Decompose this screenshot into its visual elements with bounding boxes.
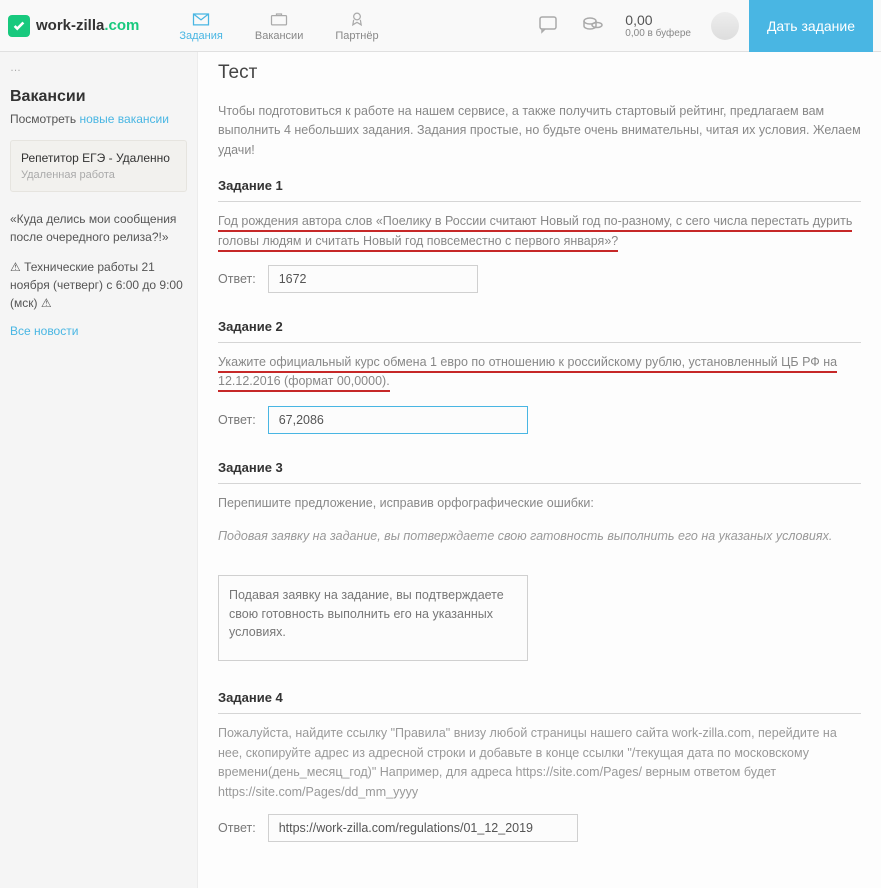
answer-label: Ответ: [218,413,256,427]
task-3-answer-textarea[interactable] [218,575,528,661]
create-task-button[interactable]: Дать задание [749,0,873,52]
balance-sub: 0,00 в буфере [625,28,691,39]
all-news-link[interactable]: Все новости [10,324,187,338]
task-3: Задание 3 Перепишите предложение, исправ… [218,460,861,665]
answer-label: Ответ: [218,821,256,835]
answer-label: Ответ: [218,272,256,286]
task-4-heading: Задание 4 [218,690,861,714]
nav-vacancies[interactable]: Вакансии [239,4,320,48]
intro-text: Чтобы подготовиться к работе на нашем се… [218,102,861,160]
nav-partner-label: Партнёр [335,30,378,42]
mail-icon [191,10,211,28]
badge-icon [347,10,367,28]
task-1: Задание 1 Год рождения автора слов «Поел… [218,178,861,293]
logo-text-3: .com [104,17,139,34]
sidebar-cut-item: … [10,58,187,88]
task-4-answer-input[interactable] [268,814,578,842]
vacancies-heading: Вакансии [10,88,187,106]
messages-button[interactable] [527,13,571,38]
task-2-question: Укажите официальный курс обмена 1 евро п… [218,355,837,392]
task-3-heading: Задание 3 [218,460,861,484]
logo[interactable]: work-zilla.com [8,15,139,37]
task-1-heading: Задание 1 [218,178,861,202]
task-2-heading: Задание 2 [218,319,861,343]
task-1-question: Год рождения автора слов «Поелику в Росс… [218,214,852,251]
avatar[interactable] [711,12,739,40]
nav-tasks[interactable]: Задания [163,4,238,48]
task-1-answer-input[interactable] [268,265,478,293]
news-item-1[interactable]: «Куда делись мои сообщения после очередн… [10,210,187,246]
task-3-instruction: Перепишите предложение, исправив орфогра… [218,494,861,513]
page-title: Тест [218,62,861,84]
job-title: Репетитор ЕГЭ - Удаленно [21,151,176,165]
nav-tasks-label: Задания [179,30,222,42]
coins-icon [571,13,615,38]
briefcase-icon [269,10,289,28]
news-item-2[interactable]: ⚠ Технические работы 21 ноября (четверг)… [10,258,187,312]
nav-vacancies-label: Вакансии [255,30,304,42]
nav-partner[interactable]: Партнёр [319,4,394,48]
task-3-sentence: Подовая заявку на задание, вы потверждае… [218,527,861,546]
task-2-answer-input[interactable] [268,406,528,434]
logo-text-2: -zilla [71,17,104,34]
task-4: Задание 4 Пожалуйста, найдите ссылку "Пр… [218,690,861,842]
job-card[interactable]: Репетитор ЕГЭ - Удаленно Удаленная работ… [10,140,187,192]
view-vacancies-link[interactable]: Посмотреть новые вакансии [10,112,187,126]
balance[interactable]: 0,00 0,00 в буфере [615,12,701,39]
job-sub: Удаленная работа [21,169,115,181]
task-4-question: Пожалуйста, найдите ссылку "Правила" вни… [218,724,861,802]
balance-amount: 0,00 [625,12,652,28]
check-icon [8,15,30,37]
task-2: Задание 2 Укажите официальный курс обмен… [218,319,861,434]
logo-text-1: work [36,17,71,34]
